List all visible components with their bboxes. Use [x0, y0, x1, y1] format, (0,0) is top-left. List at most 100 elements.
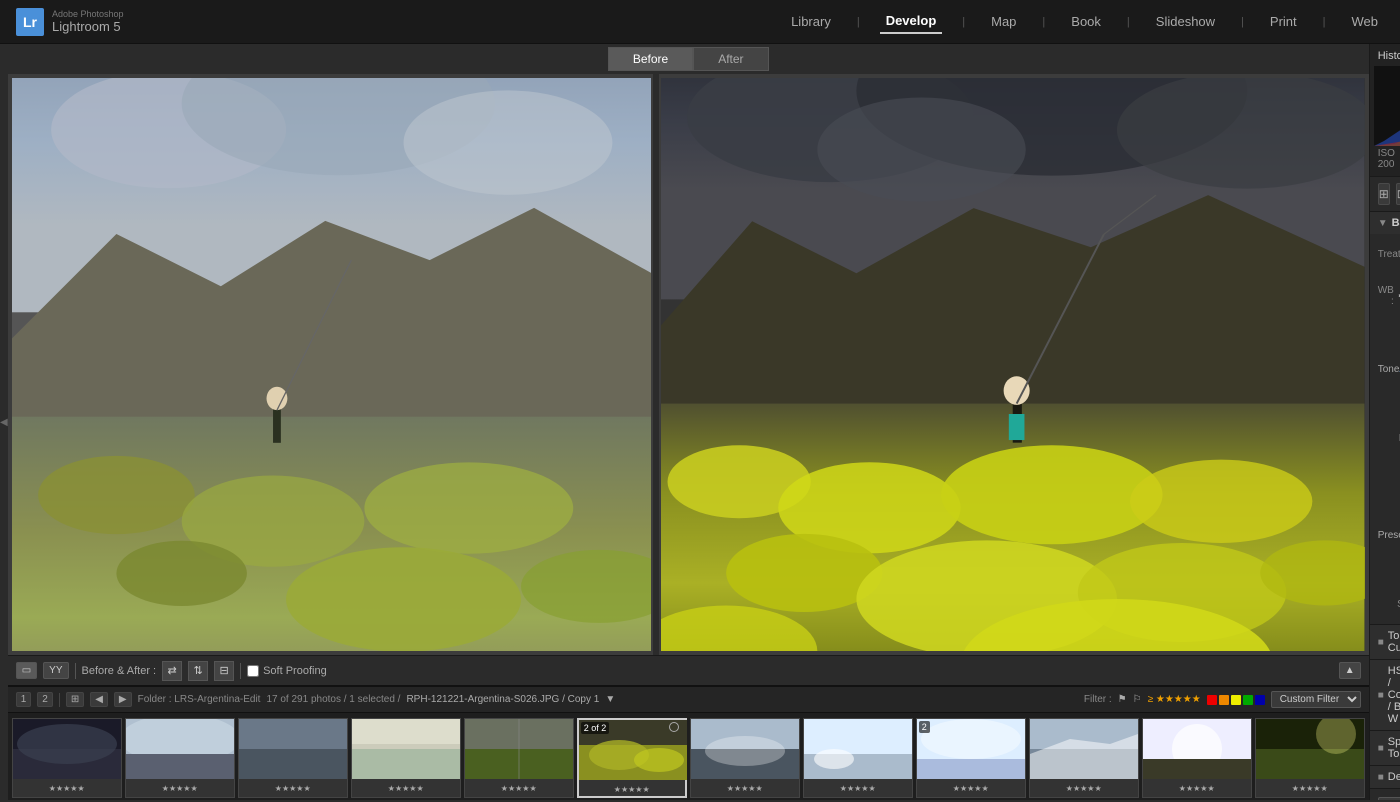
nav-map[interactable]: Map: [985, 10, 1022, 33]
hsl-section[interactable]: ■ HSL / Color / B & W ▶: [1370, 660, 1400, 731]
histogram-info: ISO 200 28 mm f / 13 1/250 SEC: [1374, 146, 1396, 172]
temp-slider-row: Temp – 7: [1378, 311, 1392, 333]
page-2-btn[interactable]: 2: [37, 692, 53, 707]
thumb-1-image: [13, 719, 121, 779]
basic-section-header[interactable]: ▼ Basic ▼: [1370, 212, 1400, 234]
swap-btn[interactable]: ⇄: [162, 661, 182, 681]
before-pane: [12, 78, 652, 651]
nav-sep-3: |: [1042, 16, 1045, 28]
wb-label: WB :: [1378, 285, 1394, 307]
fs-sep: [59, 693, 60, 707]
thumb-9-image: [917, 719, 1025, 779]
toolbar-divider-2: [240, 663, 241, 679]
nav-sep-1: |: [857, 16, 860, 28]
hsl-title: HSL / Color / B & W: [1388, 665, 1400, 725]
logo-area: Lr Adobe Photoshop Lightroom 5: [16, 8, 124, 36]
filter-dropdown[interactable]: Custom Filter: [1271, 691, 1361, 708]
red-filter[interactable]: [1207, 695, 1217, 705]
thumb-9-stars: ★★★★★: [917, 782, 1025, 795]
film-thumb-10[interactable]: ★★★★★: [1029, 718, 1139, 798]
topbar: Lr Adobe Photoshop Lightroom 5 Library |…: [0, 0, 1400, 44]
blue-filter[interactable]: [1255, 695, 1265, 705]
film-thumb-3[interactable]: ★★★★★: [238, 718, 348, 798]
before-tab[interactable]: Before: [608, 47, 693, 71]
image-area: [8, 74, 1369, 655]
after-image: [661, 78, 1364, 651]
filmstrip: 1 2 ⊞ ◀ ▶ Folder : LRS-Argentina-Edit 17…: [8, 685, 1369, 800]
highlights-label: Highlights: [1378, 433, 1400, 444]
color-filters: [1207, 695, 1265, 705]
clarity-label: Clarity: [1378, 549, 1400, 560]
nav-develop[interactable]: Develop: [880, 9, 943, 34]
iso-info: ISO 200: [1378, 148, 1395, 170]
grid-view-btn[interactable]: ⊞: [66, 692, 84, 707]
thumb-2-stars: ★★★★★: [126, 782, 234, 795]
copy-btn[interactable]: ⇅: [188, 661, 208, 681]
blacks-label: Blacks: [1378, 508, 1400, 519]
nav-book[interactable]: Book: [1065, 10, 1107, 33]
whites-slider-row: Whites + 24: [1378, 477, 1392, 499]
nav-web[interactable]: Web: [1346, 10, 1385, 33]
nav-sep-4: |: [1127, 16, 1130, 28]
film-thumb-7[interactable]: ★★★★★: [690, 718, 800, 798]
page-1-btn[interactable]: 1: [16, 692, 32, 707]
film-thumb-1[interactable]: ★★★★★: [12, 718, 122, 798]
soft-proofing-checkbox[interactable]: [247, 665, 259, 677]
crop-tool-icon[interactable]: ⊡: [1396, 183, 1400, 205]
treatment-row: Treatment : Color Black & White: [1378, 240, 1392, 279]
nav-library[interactable]: Library: [785, 10, 837, 33]
after-tab[interactable]: After: [693, 47, 768, 71]
soft-proofing: Soft Proofing: [247, 665, 327, 677]
thumb-7-image: [691, 719, 799, 779]
thumb-3-image: [239, 719, 347, 779]
film-thumb-4[interactable]: ★★★★★: [351, 718, 461, 798]
basic-title: Basic: [1392, 217, 1400, 229]
view-yy-btn[interactable]: YY: [43, 662, 68, 679]
left-panel-toggle[interactable]: ◀: [0, 44, 8, 800]
thumb-6-circle: [669, 722, 679, 732]
film-thumb-5[interactable]: ★★★★★: [464, 718, 574, 798]
flag-icon[interactable]: ⚑: [1118, 694, 1127, 705]
star-filter[interactable]: ≥ ★★★★★: [1148, 694, 1201, 705]
vibrance-label: Vibrance: [1378, 574, 1400, 585]
flag-icon-2[interactable]: ⚐: [1133, 694, 1142, 705]
split-toning-section[interactable]: ■ Split Toning ▶: [1370, 731, 1400, 766]
thumb-1-stars: ★★★★★: [13, 782, 121, 795]
thumb-10-stars: ★★★★★: [1030, 782, 1138, 795]
prev-btn[interactable]: ◀: [90, 692, 108, 707]
histogram-section: Histogram ▼ ISO 200 28 mm f / 13: [1370, 44, 1400, 177]
before-after-label: Before & After :: [82, 665, 157, 677]
film-thumb-8[interactable]: ★★★★★: [803, 718, 913, 798]
detail-section[interactable]: ■ Detail ▶: [1370, 766, 1400, 789]
action-buttons: Previous Reset (Adobe): [1370, 789, 1400, 800]
detail-toggle-icon: ■: [1378, 772, 1384, 783]
nav-print[interactable]: Print: [1264, 10, 1303, 33]
next-btn[interactable]: ▶: [114, 692, 132, 707]
histogram-canvas: [1374, 66, 1400, 146]
saturation-label: Saturation: [1378, 599, 1400, 610]
yellow-filter[interactable]: [1231, 695, 1241, 705]
grid-tool-icon[interactable]: ⊞: [1378, 183, 1390, 205]
film-thumb-2[interactable]: ★★★★★: [125, 718, 235, 798]
section-toggle-icon: ■: [1378, 637, 1384, 648]
whites-label: Whites: [1378, 483, 1400, 494]
film-thumb-9[interactable]: 2 ★★★★★: [916, 718, 1026, 798]
thumb-9-badge: 2: [919, 721, 930, 733]
film-thumb-11[interactable]: ★★★★★: [1142, 718, 1252, 798]
film-thumb-6[interactable]: 2 of 2 ★★★★★: [577, 718, 687, 798]
histogram-svg: [1374, 66, 1400, 146]
orange-filter[interactable]: [1219, 695, 1229, 705]
nav-slideshow[interactable]: Slideshow: [1150, 10, 1221, 33]
contrast-label: Contrast: [1378, 408, 1400, 419]
film-thumb-12[interactable]: ★★★★★: [1255, 718, 1365, 798]
basic-toggle[interactable]: ▼: [1378, 218, 1388, 229]
compare-btn[interactable]: ⊟: [214, 661, 234, 681]
file-name[interactable]: RPH-121221-Argentina-S026.JPG / Copy 1: [406, 694, 599, 705]
toolbar-expand-btn[interactable]: ▲: [1339, 662, 1361, 679]
tone-curve-section[interactable]: ■ Tone Curve ▶: [1370, 625, 1400, 660]
app-name: Lightroom 5: [52, 19, 124, 34]
green-filter[interactable]: [1243, 695, 1253, 705]
histogram-label: Histogram: [1378, 50, 1400, 62]
view-single-btn[interactable]: ▭: [16, 662, 37, 679]
file-dropdown[interactable]: ▼: [605, 694, 615, 705]
